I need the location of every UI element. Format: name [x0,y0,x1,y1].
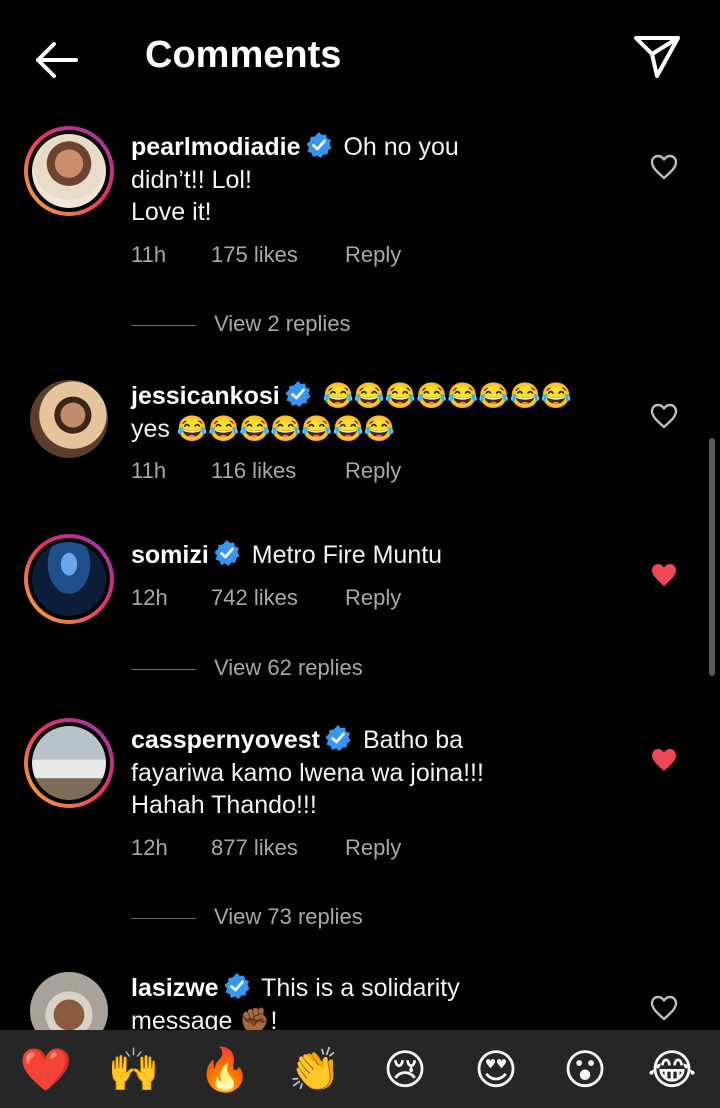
like-button[interactable] [650,995,678,1021]
comment-line: fayariwa kamo lwena wa joina!!! [131,758,484,787]
like-button[interactable] [650,747,678,773]
view-replies-label: View 62 replies [214,655,363,680]
verified-badge-icon [214,540,240,566]
share-button[interactable] [632,32,682,82]
username[interactable]: casspernyovest [131,726,320,754]
emoji-heart-button[interactable]: ❤️ [16,1040,76,1100]
view-replies-label: View 2 replies [214,311,351,336]
like-count[interactable]: 877 likes [211,835,298,861]
heart-outline-icon [650,995,678,1021]
heart-filled-icon [652,749,676,771]
like-count[interactable]: 175 likes [211,242,298,268]
like-count[interactable]: 742 likes [211,585,298,611]
comment-line: Metro Fire Muntu [251,541,443,569]
verified-badge-icon [325,725,351,751]
comments-screen: Comments pearlmodiadie Oh no you didn’t!… [0,0,720,1108]
comment-line: didn’t!! Lol! [131,165,252,194]
comment-text: pearlmodiadie Oh no you didn’t!! Lol! Lo… [131,131,621,229]
comment-time: 12h [131,585,168,610]
scrollbar[interactable] [709,438,715,676]
username[interactable]: jessicankosi [131,382,280,410]
username[interactable]: lasizwe [131,974,219,1002]
comment-time: 11h [131,242,167,267]
comment-time: 12h [131,835,168,860]
arrow-left-icon [36,42,78,78]
comment-line: Hahah Thando!!! [131,791,317,819]
divider-line [131,918,196,919]
like-count[interactable]: 116 likes [211,458,296,484]
comment-line: This is a solidarity [261,974,460,1002]
comment-text: jessicankosi 😂😂😂😂😂😂😂😂 yes 😂😂😂😂😂😂😂 [131,380,621,445]
comment-line: Batho ba [362,726,464,754]
like-button[interactable] [650,403,678,429]
username[interactable]: somizi [131,541,209,569]
comment-text: lasizwe This is a solidarity message ✊🏾! [131,972,621,1037]
divider-line [131,325,196,326]
avatar[interactable] [24,718,114,808]
comment-text: casspernyovest Batho ba fayariwa kamo lw… [131,724,621,822]
reply-button[interactable]: Reply [345,458,401,484]
verified-badge-icon [224,973,250,999]
emoji-fire-button[interactable]: 🔥 [195,1040,255,1100]
verified-badge-icon [285,381,311,407]
like-button[interactable] [650,154,678,180]
username[interactable]: pearlmodiadie [131,133,301,161]
emoji-laughing-button[interactable]: 😂 [642,1040,702,1100]
avatar[interactable] [24,374,114,464]
emoji-surprised-button[interactable]: 😮 [555,1040,615,1100]
comment-line: 😂😂😂😂😂😂😂😂 [322,382,572,410]
comment-line: Oh no you [343,133,459,161]
view-replies-label: View 73 replies [214,904,363,929]
comment-time: 11h [131,458,167,483]
reply-button[interactable]: Reply [345,835,401,861]
reply-button[interactable]: Reply [345,242,401,268]
emoji-crying-button[interactable]: 😢 [375,1040,435,1100]
heart-outline-icon [650,154,678,180]
comment-line: Love it! [131,198,212,226]
comment-text: somizi Metro Fire Muntu [131,539,621,572]
emoji-raised-hands-button[interactable]: 🙌 [104,1040,164,1100]
reply-button[interactable]: Reply [345,585,401,611]
paper-plane-icon [634,36,680,78]
heart-filled-icon [652,564,676,586]
like-button[interactable] [650,562,678,588]
emoji-reaction-bar: ❤️ 🙌 🔥 👏 😢 😍 😮 😂 [0,1030,720,1108]
heart-outline-icon [650,403,678,429]
emoji-heart-eyes-button[interactable]: 😍 [466,1040,526,1100]
avatar[interactable] [24,534,114,624]
comment-line: yes 😂😂😂😂😂😂😂 [131,414,395,443]
avatar[interactable] [24,126,114,216]
page-title: Comments [145,34,342,76]
divider-line [131,669,196,670]
verified-badge-icon [306,132,331,158]
emoji-clap-button[interactable]: 👏 [285,1040,345,1100]
header: Comments [0,0,720,118]
back-button[interactable] [28,36,84,84]
